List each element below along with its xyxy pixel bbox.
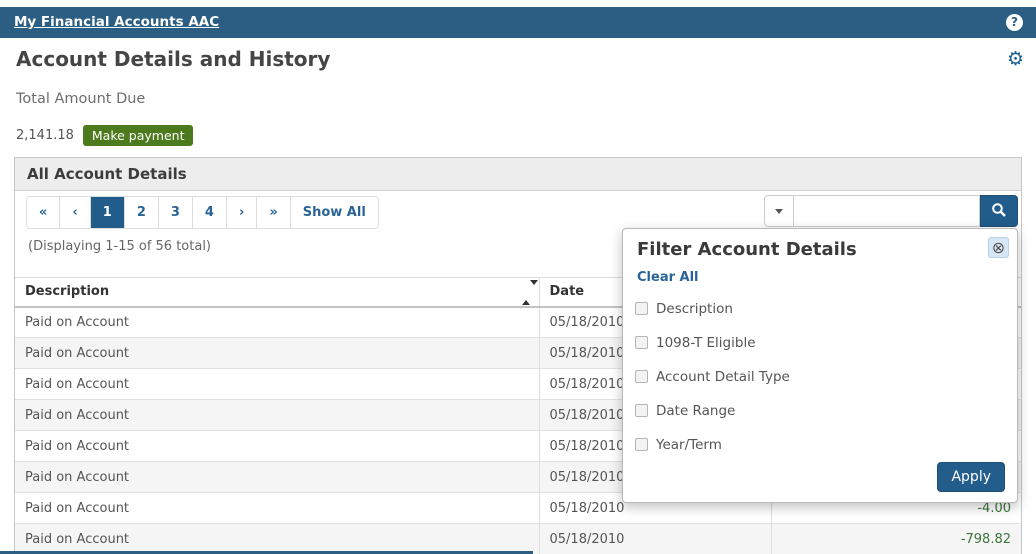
pagination: «‹1234›»Show All bbox=[26, 196, 379, 229]
filter-checkbox-3[interactable] bbox=[635, 404, 648, 417]
close-icon[interactable]: ⊗ bbox=[988, 237, 1009, 258]
total-amount-row: 2,141.18 Make payment bbox=[16, 125, 193, 146]
filter-popup: Filter Account Details ⊗ Clear All Descr… bbox=[622, 228, 1018, 503]
filter-option: 1098-T Eligible bbox=[635, 333, 790, 352]
cell-description: Paid on Account bbox=[15, 338, 539, 369]
cell-description: Paid on Account bbox=[15, 493, 539, 524]
total-amount-value: 2,141.18 bbox=[16, 128, 74, 143]
first-page-button[interactable]: « bbox=[27, 197, 59, 228]
search-button[interactable] bbox=[980, 195, 1018, 227]
cell-description: Paid on Account bbox=[15, 400, 539, 431]
filter-checkbox-4[interactable] bbox=[635, 438, 648, 451]
cell-description: Paid on Account bbox=[15, 431, 539, 462]
caret-down-icon bbox=[775, 209, 783, 214]
top-navigation-bar: My Financial Accounts AAC ? bbox=[0, 7, 1036, 38]
cell-description: Paid on Account bbox=[15, 462, 539, 493]
panel-header: All Account Details bbox=[15, 158, 1021, 191]
filter-option-label[interactable]: Description bbox=[656, 301, 733, 317]
filter-option: Year/Term bbox=[635, 435, 790, 454]
page-title: Account Details and History bbox=[16, 47, 330, 71]
next-page-button[interactable]: › bbox=[226, 197, 256, 228]
filter-option-label[interactable]: 1098-T Eligible bbox=[656, 335, 756, 351]
cell-description: Paid on Account bbox=[15, 369, 539, 400]
my-financial-accounts-link[interactable]: My Financial Accounts AAC bbox=[14, 7, 219, 38]
filter-checkbox-0[interactable] bbox=[635, 302, 648, 315]
app-window: My Financial Accounts AAC ? Account Deta… bbox=[0, 0, 1036, 554]
last-page-button[interactable]: » bbox=[256, 197, 289, 228]
cell-description: Paid on Account bbox=[15, 307, 539, 338]
cell-description: Paid on Account bbox=[15, 524, 539, 554]
gear-icon[interactable]: ⚙ bbox=[1007, 49, 1024, 69]
total-amount-due-label: Total Amount Due bbox=[16, 91, 145, 107]
page-button-3[interactable]: 3 bbox=[158, 197, 192, 228]
page-button-2[interactable]: 2 bbox=[124, 197, 158, 228]
filter-popup-title: Filter Account Details bbox=[637, 239, 857, 260]
filter-options-list: Description 1098-T Eligible Account Detail… bbox=[635, 299, 790, 469]
clear-all-link[interactable]: Clear All bbox=[637, 270, 699, 285]
column-header-description[interactable]: Description bbox=[15, 278, 539, 307]
page-button-1[interactable]: 1 bbox=[90, 197, 124, 228]
cell-date: 05/18/2010 bbox=[539, 524, 771, 554]
search-group bbox=[764, 195, 1018, 227]
filter-option-label[interactable]: Date Range bbox=[656, 403, 735, 419]
filter-option-label[interactable]: Year/Term bbox=[656, 437, 722, 453]
column-header-description-label: Description bbox=[25, 284, 109, 299]
help-icon[interactable]: ? bbox=[1006, 14, 1023, 31]
magnifier-icon bbox=[991, 202, 1007, 221]
search-input[interactable] bbox=[794, 195, 980, 227]
column-header-date-label: Date bbox=[550, 284, 585, 299]
prev-page-button[interactable]: ‹ bbox=[59, 197, 89, 228]
apply-button[interactable]: Apply bbox=[937, 462, 1005, 492]
show-all-button[interactable]: Show All bbox=[290, 197, 378, 228]
make-payment-button[interactable]: Make payment bbox=[83, 125, 194, 146]
displaying-count-text: (Displaying 1-15 of 56 total) bbox=[28, 239, 211, 254]
filter-option: Date Range bbox=[635, 401, 790, 420]
cell-amount: -798.82 bbox=[771, 524, 1021, 554]
page-button-4[interactable]: 4 bbox=[192, 197, 226, 228]
search-dropdown-button[interactable] bbox=[764, 195, 794, 227]
table-row: Paid on Account05/18/2010-798.82 bbox=[15, 524, 1021, 554]
filter-option-label[interactable]: Account Detail Type bbox=[656, 369, 790, 385]
filter-checkbox-1[interactable] bbox=[635, 336, 648, 349]
sort-icon[interactable] bbox=[522, 285, 530, 299]
filter-checkbox-2[interactable] bbox=[635, 370, 648, 383]
filter-option: Account Detail Type bbox=[635, 367, 790, 386]
filter-option: Description bbox=[635, 299, 790, 318]
